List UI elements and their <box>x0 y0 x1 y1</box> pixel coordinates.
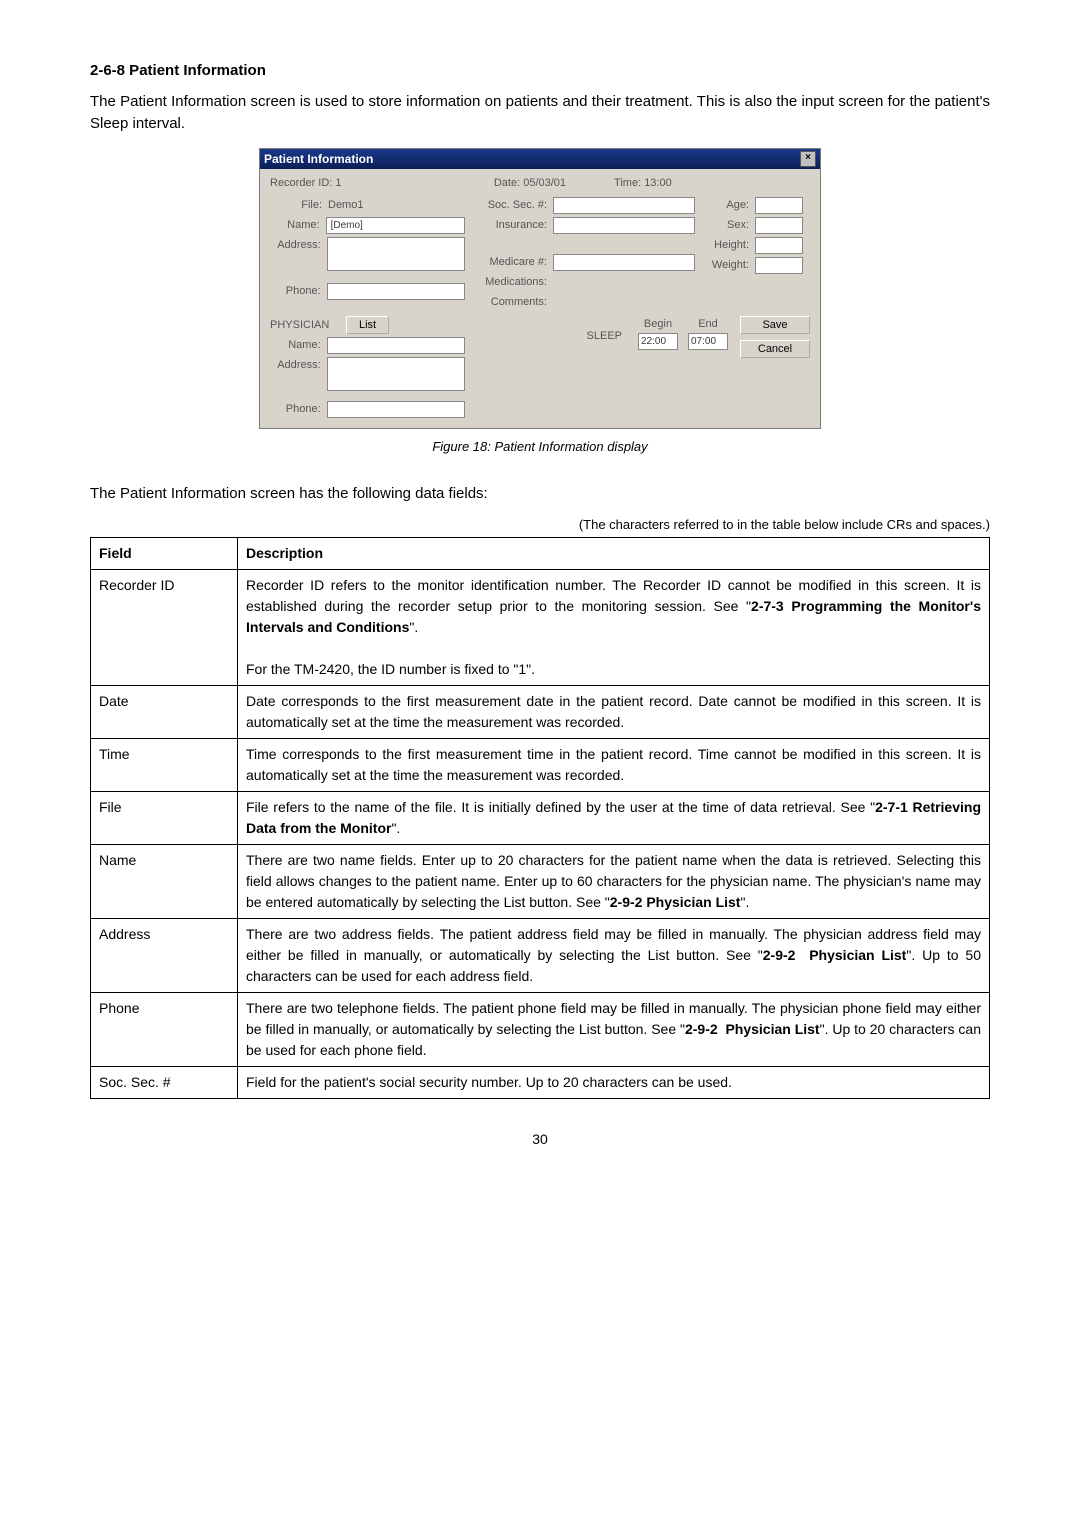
description-cell: Field for the patient's social security … <box>238 1066 990 1098</box>
sleep-end-label: End <box>698 316 718 333</box>
field-cell: Name <box>91 844 238 918</box>
section-intro: The Patient Information screen is used t… <box>90 91 990 136</box>
figure-caption: Figure 18: Patient Information display <box>90 437 990 457</box>
physician-label: PHYSICIAN <box>270 317 346 334</box>
soc-sec-label: Soc. Sec. #: <box>475 197 553 214</box>
table-row: Soc. Sec. #Field for the patient's socia… <box>91 1066 990 1098</box>
save-button[interactable]: Save <box>740 316 810 334</box>
close-icon[interactable]: × <box>800 151 816 167</box>
th-description: Description <box>238 537 990 569</box>
weight-label: Weight: <box>705 257 755 274</box>
table-note: (The characters referred to in the table… <box>90 515 990 535</box>
th-field: Field <box>91 537 238 569</box>
table-row: TimeTime corresponds to the first measur… <box>91 738 990 791</box>
description-cell: Recorder ID refers to the monitor identi… <box>238 569 990 685</box>
fields-intro: The Patient Information screen has the f… <box>90 483 990 506</box>
table-row: FileFile refers to the name of the file.… <box>91 791 990 844</box>
table-row: PhoneThere are two telephone fields. The… <box>91 992 990 1066</box>
patient-info-dialog: Patient Information × Recorder ID: 1 Dat… <box>259 148 821 430</box>
cancel-button[interactable]: Cancel <box>740 340 810 358</box>
age-label: Age: <box>705 197 755 214</box>
soc-sec-field[interactable] <box>553 197 695 214</box>
dialog-title: Patient Information <box>264 150 373 168</box>
section-heading: 2-6-8 Patient Information <box>90 60 990 83</box>
phone-label: Phone: <box>270 283 327 300</box>
fields-table: Field Description Recorder IDRecorder ID… <box>90 537 990 1099</box>
insurance-label: Insurance: <box>475 217 553 234</box>
height-label: Height: <box>705 237 755 254</box>
table-row: NameThere are two name fields. Enter up … <box>91 844 990 918</box>
time-label: Time: 13:00 <box>614 175 672 192</box>
table-row: Recorder IDRecorder ID refers to the mon… <box>91 569 990 685</box>
field-cell: Phone <box>91 992 238 1066</box>
name-field[interactable]: [Demo] <box>326 217 465 234</box>
list-button[interactable]: List <box>346 316 389 334</box>
height-field[interactable] <box>755 237 803 254</box>
comments-label: Comments: <box>475 294 553 311</box>
medicare-field[interactable] <box>553 254 695 271</box>
field-cell: Time <box>91 738 238 791</box>
description-cell: Time corresponds to the first measuremen… <box>238 738 990 791</box>
description-cell: Date corresponds to the first measuremen… <box>238 685 990 738</box>
file-value: Demo1 <box>328 197 363 214</box>
phys-name-field[interactable] <box>327 337 465 354</box>
description-cell: There are two telephone fields. The pati… <box>238 992 990 1066</box>
phys-address-label: Address: <box>270 357 327 374</box>
weight-field[interactable] <box>755 257 803 274</box>
sleep-begin-label: Begin <box>644 316 672 333</box>
age-field[interactable] <box>755 197 803 214</box>
sleep-label: SLEEP <box>587 316 628 345</box>
sleep-end-field[interactable]: 07:00 <box>688 333 728 350</box>
field-cell: File <box>91 791 238 844</box>
file-label: File: <box>270 197 328 214</box>
field-cell: Date <box>91 685 238 738</box>
field-cell: Recorder ID <box>91 569 238 685</box>
phys-name-label: Name: <box>270 337 327 354</box>
description-cell: There are two address fields. The patien… <box>238 918 990 992</box>
phys-address-field[interactable] <box>327 357 465 391</box>
insurance-field[interactable] <box>553 217 695 234</box>
medicare-label: Medicare #: <box>475 254 553 271</box>
sex-field[interactable] <box>755 217 803 234</box>
address-label: Address: <box>270 237 327 254</box>
field-cell: Soc. Sec. # <box>91 1066 238 1098</box>
field-cell: Address <box>91 918 238 992</box>
address-field[interactable] <box>327 237 465 271</box>
page-number: 30 <box>90 1129 990 1150</box>
sleep-begin-field[interactable]: 22:00 <box>638 333 678 350</box>
name-label: Name: <box>270 217 326 234</box>
table-row: DateDate corresponds to the first measur… <box>91 685 990 738</box>
sex-label: Sex: <box>705 217 755 234</box>
description-cell: There are two name fields. Enter up to 2… <box>238 844 990 918</box>
table-row: AddressThere are two address fields. The… <box>91 918 990 992</box>
dialog-titlebar: Patient Information × <box>260 149 820 169</box>
phone-field[interactable] <box>327 283 465 300</box>
description-cell: File refers to the name of the file. It … <box>238 791 990 844</box>
recorder-id-label: Recorder ID: 1 <box>270 175 342 192</box>
medications-label: Medications: <box>475 274 553 291</box>
phys-phone-label: Phone: <box>270 401 327 418</box>
phys-phone-field[interactable] <box>327 401 465 418</box>
date-label: Date: 05/03/01 <box>494 175 566 192</box>
